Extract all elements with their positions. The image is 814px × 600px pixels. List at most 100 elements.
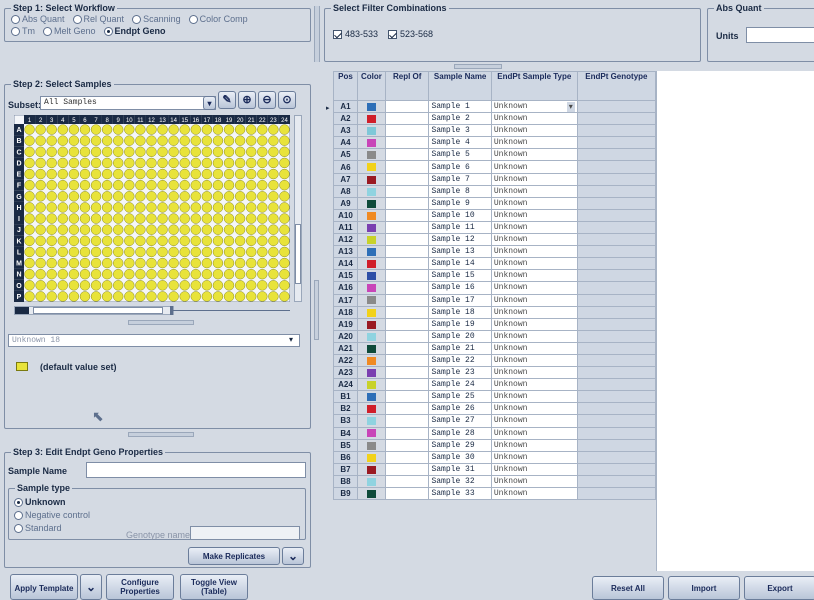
plate-well[interactable] — [157, 280, 168, 291]
workflow-radio-abs-quant[interactable]: Abs Quant — [11, 14, 65, 24]
apply-template-dropdown[interactable]: ⌄ — [80, 574, 102, 600]
repl-of-cell[interactable] — [384, 269, 430, 283]
plate-well[interactable] — [68, 291, 80, 302]
plate-well[interactable] — [146, 202, 157, 213]
plate-well[interactable] — [57, 146, 68, 158]
table-row[interactable]: A19 Sample 19 Unknown — [333, 317, 657, 331]
color-swatch[interactable] — [366, 163, 376, 172]
plate-well[interactable] — [135, 179, 146, 191]
sample-name-cell[interactable]: Sample 11 — [428, 220, 492, 235]
plate-well[interactable] — [246, 257, 257, 269]
plate-well[interactable] — [113, 268, 124, 280]
toggle-view-button[interactable]: Toggle View (Table) — [180, 574, 248, 600]
color-swatch[interactable] — [366, 115, 376, 124]
plate-well[interactable] — [268, 235, 279, 247]
sample-type-cell[interactable]: Unknown — [490, 160, 578, 174]
plate-well[interactable] — [90, 235, 102, 247]
plate-well[interactable] — [157, 168, 168, 180]
repl-of-cell[interactable] — [384, 438, 430, 452]
plate-well[interactable] — [223, 280, 235, 291]
sample-name-cell[interactable]: Sample 19 — [428, 317, 492, 331]
repl-of-cell[interactable] — [384, 402, 430, 416]
color-cell[interactable] — [356, 245, 387, 259]
color-cell[interactable] — [356, 208, 387, 222]
plate-well[interactable] — [157, 157, 168, 169]
plate-well[interactable] — [79, 280, 91, 291]
plate-well[interactable] — [212, 280, 224, 291]
plate-well[interactable] — [223, 235, 235, 247]
plate-well[interactable] — [179, 280, 190, 291]
plate-well[interactable] — [124, 291, 135, 302]
plate-well[interactable] — [35, 280, 46, 291]
genotype-cell[interactable] — [576, 390, 657, 404]
workflow-radio-melt-geno[interactable]: Melt Geno — [43, 26, 96, 36]
plate-well[interactable] — [257, 280, 268, 291]
repl-of-cell[interactable] — [384, 486, 430, 501]
plate-well[interactable] — [268, 268, 279, 280]
plate-well[interactable] — [90, 168, 102, 180]
plate-well[interactable] — [113, 213, 124, 224]
plate-well[interactable] — [146, 157, 157, 169]
plate-well[interactable] — [190, 224, 201, 235]
plate-well[interactable] — [190, 157, 201, 169]
repl-of-cell[interactable] — [384, 474, 430, 489]
genotype-cell[interactable] — [576, 124, 657, 138]
color-swatch[interactable] — [366, 369, 376, 377]
plate-well[interactable] — [113, 224, 124, 235]
plate-well[interactable] — [68, 246, 80, 258]
plate-well[interactable] — [257, 202, 268, 213]
plate-well[interactable] — [68, 179, 80, 191]
plate-well[interactable] — [279, 146, 290, 158]
plate-well[interactable] — [68, 168, 80, 180]
plate-well[interactable] — [234, 179, 246, 191]
sample-name-cell[interactable]: Sample 31 — [428, 462, 492, 476]
sample-name-cell[interactable]: Sample 21 — [428, 341, 492, 355]
genotype-cell[interactable] — [576, 378, 657, 392]
plate-well[interactable] — [35, 257, 46, 269]
plate-well[interactable] — [24, 280, 35, 291]
plate-well[interactable] — [168, 235, 179, 247]
plate-well[interactable] — [157, 257, 168, 269]
table-row[interactable]: A17 Sample 17 Unknown — [333, 293, 657, 307]
sample-type-cell[interactable]: Unknown — [490, 196, 578, 210]
plate-well[interactable] — [68, 124, 80, 135]
plate-well[interactable] — [212, 168, 224, 180]
color-swatch[interactable] — [366, 248, 376, 257]
plate-well[interactable] — [157, 135, 168, 146]
plate-well[interactable] — [201, 224, 213, 235]
table-row[interactable]: B7 Sample 31 Unknown — [333, 462, 657, 476]
repl-of-cell[interactable] — [384, 184, 430, 198]
plate-well[interactable] — [101, 191, 113, 202]
repl-of-cell[interactable] — [384, 329, 430, 343]
sample-type-cell[interactable]: Unknown — [490, 148, 578, 162]
plate-well[interactable] — [168, 246, 179, 258]
table-row[interactable]: A21 Sample 21 Unknown — [333, 341, 657, 355]
plate-well[interactable] — [168, 257, 179, 269]
color-cell[interactable] — [356, 233, 387, 247]
plate-well[interactable] — [234, 257, 246, 269]
plate-well[interactable] — [268, 191, 279, 202]
plate-zoom-slider-handle[interactable] — [170, 306, 173, 315]
plate-well[interactable] — [46, 246, 57, 258]
plate-well[interactable] — [46, 124, 57, 135]
plate-well[interactable] — [234, 213, 246, 224]
table-row[interactable]: B5 Sample 29 Unknown — [333, 438, 657, 452]
plate-well[interactable] — [268, 202, 279, 213]
color-cell[interactable] — [356, 402, 387, 416]
plate-well[interactable] — [46, 146, 57, 158]
apply-template-button[interactable]: Apply Template — [10, 574, 78, 600]
plate-well[interactable] — [35, 146, 46, 158]
plate-well[interactable] — [201, 124, 213, 135]
plate-well[interactable] — [157, 224, 168, 235]
sample-type-cell[interactable]: Unknown — [490, 390, 578, 404]
plate-well[interactable] — [35, 268, 46, 280]
plate-well[interactable] — [101, 124, 113, 135]
plate-well[interactable] — [68, 280, 80, 291]
genotype-cell[interactable] — [576, 184, 657, 198]
plate-well[interactable] — [190, 213, 201, 224]
plate-well[interactable] — [35, 224, 46, 235]
plate-well[interactable] — [257, 291, 268, 302]
plate-well[interactable] — [168, 268, 179, 280]
plate-well[interactable] — [201, 168, 213, 180]
plate-well[interactable] — [57, 124, 68, 135]
